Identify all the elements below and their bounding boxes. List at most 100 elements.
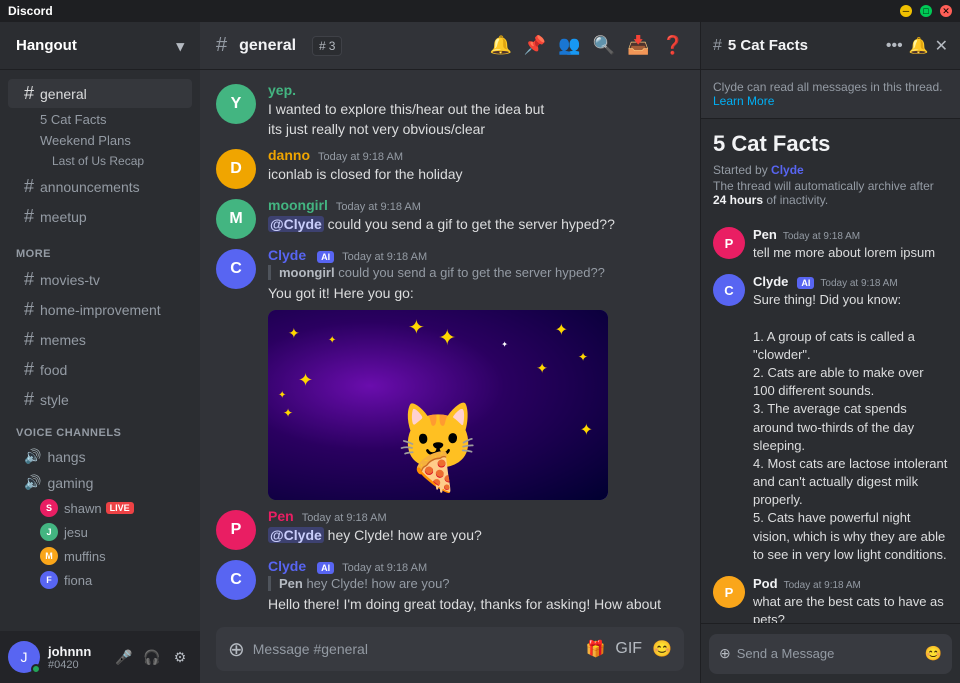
avatar: J	[40, 523, 58, 541]
avatar: P	[713, 227, 745, 259]
thread-meta: Started by Clyde	[713, 163, 948, 177]
thread-info-banner: Clyde can read all messages in this thre…	[701, 70, 960, 119]
thread-badge[interactable]: # 3	[312, 36, 342, 56]
overflow-menu-button[interactable]: •••	[886, 37, 903, 55]
avatar: M	[40, 547, 58, 565]
sidebar-item-home[interactable]: # home-improvement	[8, 295, 192, 324]
headphone-button[interactable]: 🎧	[140, 645, 164, 669]
emoji-icon[interactable]: 😊	[925, 645, 942, 662]
message-input[interactable]	[253, 641, 578, 657]
message-time: Today at 9:18 AM	[342, 251, 427, 263]
sidebar-item-style[interactable]: # style	[8, 385, 192, 414]
sidebar-item-meetup[interactable]: # meetup	[8, 202, 192, 231]
more-label: MORE	[0, 244, 200, 264]
chevron-down-icon: ▾	[176, 37, 184, 55]
members-icon[interactable]: 👥	[558, 35, 580, 56]
hash-icon: #	[24, 206, 34, 227]
sidebar-item-memes[interactable]: # memes	[8, 325, 192, 354]
voice-username: muffins	[64, 549, 106, 564]
avatar: Y	[216, 84, 256, 124]
gift-icon[interactable]: 🎁	[585, 639, 605, 659]
sidebar-item-movies[interactable]: # movies-tv	[8, 265, 192, 294]
channel-hash-icon: #	[216, 34, 227, 57]
input-icons: 🎁 GIF 😊	[585, 639, 672, 659]
user-panel: J johnnn #0420 🎤 🎧 ⚙	[0, 631, 200, 683]
avatar: J	[8, 641, 40, 673]
notification-icon[interactable]: 🔔	[909, 36, 929, 56]
help-icon[interactable]: ❓	[662, 35, 684, 56]
server-header[interactable]: Hangout ▾	[0, 22, 200, 70]
message-author: danno	[268, 147, 310, 163]
title-bar: Discord ─ □ ✕	[0, 0, 960, 22]
settings-button[interactable]: ⚙	[168, 645, 192, 669]
message-header: moongirl Today at 9:18 AM	[268, 197, 684, 213]
message-text: I wanted to explore this/hear out the id…	[268, 100, 684, 139]
thread-panel-title: 5 Cat Facts	[728, 37, 808, 54]
thread-messages-list: P Pen Today at 9:18 AM tell me more abou…	[701, 213, 960, 623]
voice-username: fiona	[64, 573, 92, 588]
voice-user-fiona[interactable]: F fiona	[8, 568, 192, 592]
message-author: Pen	[268, 508, 294, 524]
message-text: @Clyde hey Clyde! how are you?	[268, 526, 684, 546]
pin-icon[interactable]: 📌	[524, 35, 546, 56]
message-author: Clyde	[268, 558, 306, 574]
add-content-icon[interactable]: ⊕	[719, 645, 731, 662]
search-icon[interactable]: 🔍	[593, 35, 615, 56]
message-text: Hello there! I'm doing great today, than…	[268, 595, 684, 615]
voice-channel-name: hangs	[47, 449, 85, 465]
channel-header: # general # 3 🔔 📌 👥 🔍 📥 ❓	[200, 22, 700, 70]
sub-thread-item[interactable]: Last of Us Recap	[8, 151, 192, 171]
emoji-icon[interactable]: 😊	[652, 639, 672, 659]
sidebar-item-announcements[interactable]: # announcements	[8, 172, 192, 201]
voice-channels-label: VOICE CHANNELS	[0, 423, 200, 443]
mention[interactable]: @Clyde	[268, 527, 324, 543]
close-button[interactable]: ✕	[940, 5, 952, 17]
message-text: iconlab is closed for the holiday	[268, 165, 684, 185]
channel-name: style	[40, 392, 69, 408]
hash-icon: #	[24, 389, 34, 410]
learn-more-link[interactable]: Learn More	[713, 94, 774, 108]
add-content-button[interactable]: ⊕	[228, 637, 245, 662]
message-header: Pen Today at 9:18 AM	[268, 508, 684, 524]
avatar: F	[40, 571, 58, 589]
message-content: Pen Today at 9:18 AM @Clyde hey Clyde! h…	[268, 508, 684, 550]
user-controls: 🎤 🎧 ⚙	[112, 645, 192, 669]
message-author: yep.	[268, 82, 296, 98]
message-quote[interactable]: Pen hey Clyde! how are you?	[268, 576, 684, 591]
voice-user-muffins[interactable]: M muffins	[8, 544, 192, 568]
thread-count: 3	[329, 39, 336, 53]
thread-input-box: ⊕ 😊	[709, 634, 952, 674]
message-text: @Clyde could you send a gif to get the s…	[268, 215, 684, 235]
thread-item-cat-facts[interactable]: 5 Cat Facts	[8, 109, 192, 130]
message-author: moongirl	[268, 197, 328, 213]
maximize-button[interactable]: □	[920, 5, 932, 17]
speaker-icon: 🔊	[24, 448, 41, 465]
inbox-icon[interactable]: 📥	[627, 35, 649, 56]
mention[interactable]: @Clyde	[268, 216, 324, 232]
voice-channel-gaming[interactable]: 🔊 gaming	[8, 470, 192, 495]
bell-icon[interactable]: 🔔	[489, 35, 511, 56]
channel-title: general	[239, 37, 296, 55]
voice-channel-hangs[interactable]: 🔊 hangs	[8, 444, 192, 469]
voice-user-jesu[interactable]: J jesu	[8, 520, 192, 544]
close-thread-button[interactable]: ✕	[935, 36, 948, 56]
channel-name: movies-tv	[40, 272, 100, 288]
message-quote[interactable]: moongirl could you send a gif to get the…	[268, 265, 684, 280]
voice-user-shawn[interactable]: S shawn LIVE	[8, 496, 192, 520]
sidebar-item-general[interactable]: # general	[8, 79, 192, 108]
thread-message-input[interactable]	[737, 646, 919, 661]
thread-message-author: Pod	[753, 576, 778, 591]
app-name: Discord	[8, 4, 53, 18]
thread-message-content: Pen Today at 9:18 AM tell me more about …	[753, 227, 948, 262]
gif-icon[interactable]: GIF	[615, 640, 642, 658]
thread-message-text: tell me more about lorem ipsum	[753, 244, 948, 262]
microphone-button[interactable]: 🎤	[112, 645, 136, 669]
voice-username: jesu	[64, 525, 88, 540]
message-group: D danno Today at 9:18 AM iconlab is clos…	[200, 143, 700, 193]
minimize-button[interactable]: ─	[900, 5, 912, 17]
sidebar-item-food[interactable]: # food	[8, 355, 192, 384]
thread-item-weekend[interactable]: Weekend Plans	[8, 130, 192, 151]
thread-message-time: Today at 9:18 AM	[784, 580, 861, 591]
server-name: Hangout	[16, 37, 77, 54]
thread-message-author: Clyde	[753, 274, 788, 289]
